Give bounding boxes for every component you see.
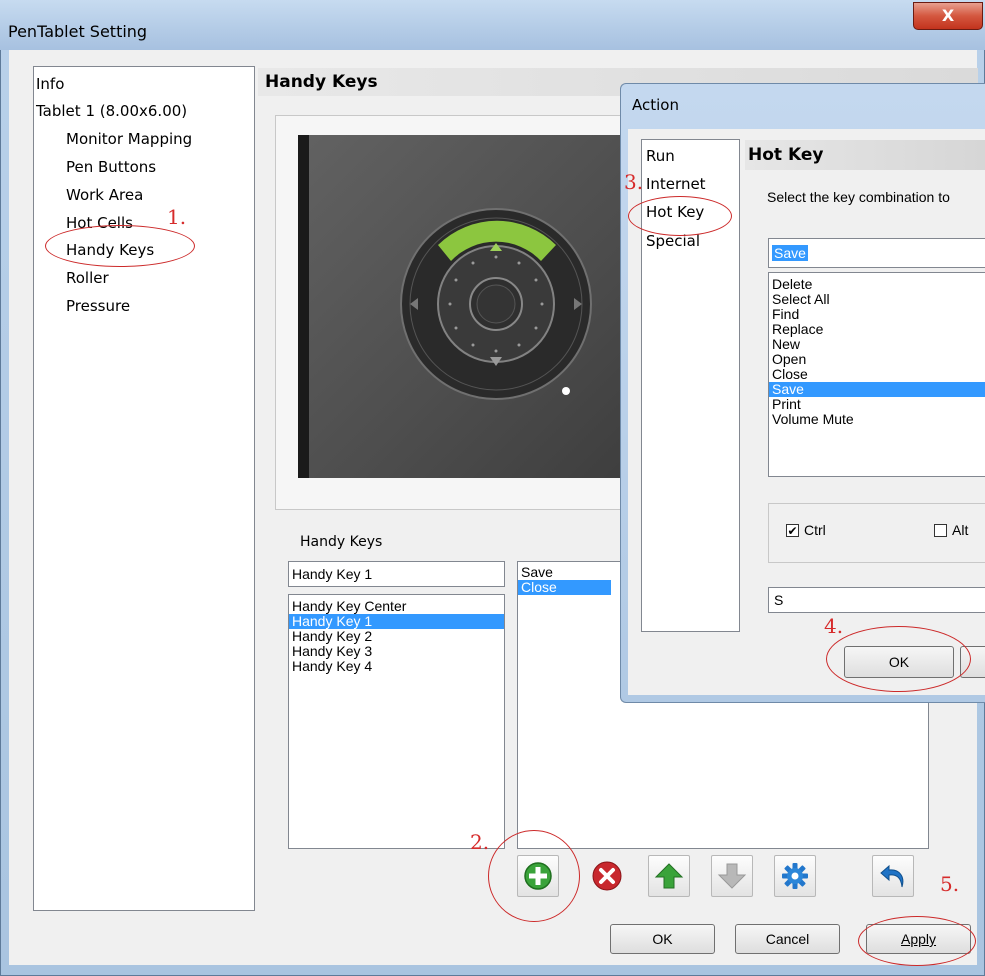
- delete-icon: [592, 861, 622, 891]
- window-title: PenTablet Setting: [8, 22, 148, 41]
- dial-graphic: [400, 208, 592, 400]
- annotation-circle-add: [488, 830, 580, 922]
- hot-key-instruction: Select the key combination to: [767, 189, 950, 205]
- list-item[interactable]: Close: [769, 367, 985, 382]
- gear-icon: [782, 863, 808, 889]
- list-item[interactable]: Open: [769, 352, 985, 367]
- hot-key-list[interactable]: Delete Select All Find Replace New Open …: [768, 272, 985, 477]
- hot-key-combo[interactable]: Save: [768, 238, 985, 268]
- hot-key-title: Hot Key: [748, 145, 824, 165]
- handy-key-name-field[interactable]: Handy Key 1: [288, 561, 505, 587]
- annotation-circle-handy-keys: [45, 225, 195, 267]
- annotation-step-4: 4.: [824, 614, 844, 638]
- action-type-internet[interactable]: Internet: [646, 175, 706, 193]
- hot-key-value-field[interactable]: S: [768, 587, 985, 613]
- move-down-button[interactable]: [711, 855, 753, 897]
- tree-item-work-area[interactable]: Work Area: [66, 186, 143, 204]
- tree-item-pen-buttons[interactable]: Pen Buttons: [66, 158, 156, 176]
- list-item[interactable]: Handy Key 3: [289, 644, 504, 659]
- action-type-run[interactable]: Run: [646, 147, 675, 165]
- tree-item-tablet[interactable]: Tablet 1 (8.00x6.00): [36, 102, 187, 120]
- annotation-step-1: 1.: [167, 205, 187, 229]
- cancel-button[interactable]: Cancel: [735, 924, 840, 954]
- arrow-up-icon: [654, 863, 684, 889]
- tree-item-monitor-mapping[interactable]: Monitor Mapping: [66, 130, 192, 148]
- alt-label: Alt: [952, 522, 969, 538]
- list-item[interactable]: Delete: [769, 277, 985, 292]
- annotation-circle-apply: [858, 916, 976, 966]
- tree-item-pressure[interactable]: Pressure: [66, 297, 130, 315]
- annotation-circle-ok: [826, 626, 971, 692]
- list-item[interactable]: Replace: [769, 322, 985, 337]
- list-item[interactable]: Find: [769, 307, 985, 322]
- annotation-step-3: 3.: [624, 170, 644, 194]
- tree-item-info[interactable]: Info: [36, 75, 64, 93]
- settings-tree[interactable]: Info Tablet 1 (8.00x6.00) Monitor Mappin…: [33, 66, 255, 911]
- ctrl-checkbox[interactable]: ✔: [786, 524, 799, 537]
- list-item-selected[interactable]: Handy Key 1: [289, 614, 504, 629]
- list-item[interactable]: Handy Key 4: [289, 659, 504, 674]
- list-item[interactable]: Print: [769, 397, 985, 412]
- handy-keys-caption: Handy Keys: [300, 534, 383, 550]
- arrow-down-icon: [717, 863, 747, 889]
- ok-button[interactable]: OK: [610, 924, 715, 954]
- annotation-step-5: 5.: [940, 872, 960, 896]
- action-dialog-title: Action: [632, 96, 679, 114]
- annotation-circle-hot-key: [628, 196, 732, 236]
- close-button[interactable]: X: [913, 2, 983, 30]
- list-item[interactable]: Handy Key Center: [289, 599, 504, 614]
- handy-keys-list[interactable]: Handy Key Center Handy Key 1 Handy Key 2…: [288, 594, 505, 849]
- undo-icon: [880, 864, 904, 888]
- ctrl-label: Ctrl: [804, 522, 826, 538]
- panel-title: Handy Keys: [265, 72, 378, 92]
- tree-item-roller[interactable]: Roller: [66, 269, 109, 287]
- hot-key-combo-value: Save: [772, 245, 808, 261]
- title-bar[interactable]: [0, 0, 985, 50]
- annotation-step-2: 2.: [470, 830, 490, 854]
- list-item[interactable]: Select All: [769, 292, 985, 307]
- undo-button[interactable]: [872, 855, 914, 897]
- settings-button[interactable]: [774, 855, 816, 897]
- list-item-selected[interactable]: Close: [518, 580, 611, 595]
- list-item[interactable]: Handy Key 2: [289, 629, 504, 644]
- delete-action-button[interactable]: [586, 855, 628, 897]
- list-item[interactable]: New: [769, 337, 985, 352]
- list-item[interactable]: Volume Mute: [769, 412, 985, 427]
- alt-checkbox[interactable]: [934, 524, 947, 537]
- list-item-selected[interactable]: Save: [769, 382, 985, 397]
- move-up-button[interactable]: [648, 855, 690, 897]
